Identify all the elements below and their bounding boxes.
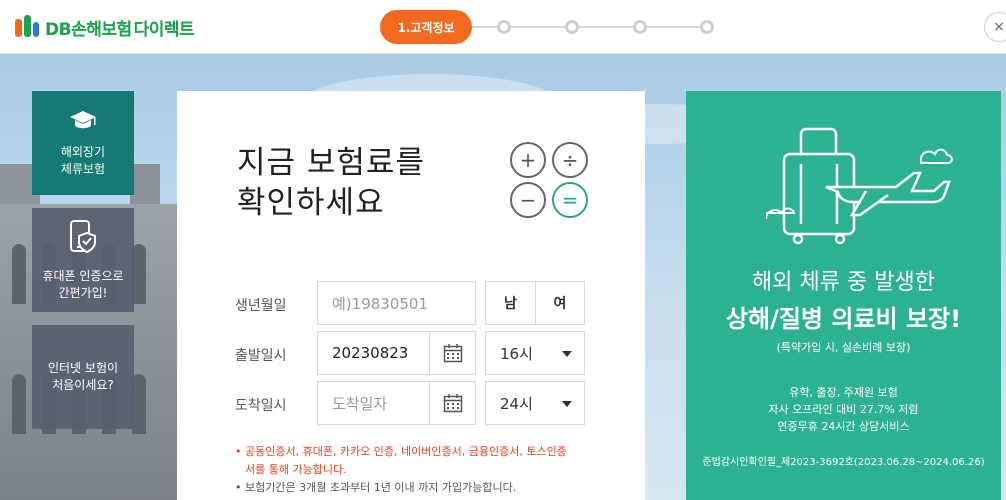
- notice-block: • 공동인증서, 휴대폰, 카카오 인증, 네이버인증서, 금융인증서, 토스인…: [235, 443, 595, 497]
- sidebar-item-longterm-stay[interactable]: 해외장기 체류보험: [32, 91, 134, 195]
- db-logo-mark-icon: [13, 13, 41, 41]
- top-header: DB손해보험 다이렉트 1.고객정보 ×: [0, 0, 1006, 54]
- step-dot-3: [565, 20, 579, 34]
- window-shape: [132, 374, 146, 434]
- step-dot-5: [700, 20, 714, 34]
- departure-hour-value: 16시: [500, 344, 533, 363]
- luggage-airplane-icon: [766, 127, 953, 245]
- step-active: 1.고객정보: [380, 10, 472, 44]
- promo-benefit-3: 연중무휴 24시간 상담서비스: [777, 420, 910, 433]
- departure-date-input[interactable]: 20230823: [317, 331, 476, 375]
- step-indicator: 1.고객정보: [380, 10, 720, 44]
- window-shape: [132, 244, 146, 304]
- form-title: 지금 보험료를 확인하세요: [237, 143, 425, 223]
- arrival-hour-value: 24시: [500, 394, 533, 413]
- premium-form-card: 지금 보험료를 확인하세요 + ÷ − = 생년월일 예)19830501 남 …: [177, 91, 645, 500]
- graduation-cap-icon: [69, 109, 97, 136]
- promo-benefit-2: 자사 오프라인 대비 27.7% 저렴: [768, 403, 919, 416]
- promo-benefits: 유학, 출장, 주재원 보험 자사 오프라인 대비 27.7% 저렴 연중무휴 …: [686, 384, 1001, 435]
- arrival-date-placeholder: 도착일자: [332, 394, 388, 413]
- db-logo[interactable]: DB손해보험 다이렉트: [13, 12, 195, 42]
- logo-sub-text: 다이렉트: [133, 19, 195, 40]
- close-icon: ×: [993, 19, 1005, 35]
- divide-icon: ÷: [552, 142, 588, 178]
- gender-female-button[interactable]: 여: [535, 281, 585, 325]
- notice-auth-line2: 서를 통해 가능합니다.: [245, 463, 347, 476]
- form-title-line2: 확인하세요: [237, 185, 385, 221]
- sidebar-label-line1: 해외장기: [60, 144, 106, 159]
- departure-label: 출발일시: [235, 348, 287, 364]
- form-title-line1: 지금 보험료를: [237, 145, 425, 181]
- sidebar-item-first-time[interactable]: 인터넷 보험이 처음이세요?: [32, 325, 134, 429]
- sidebar-label-line1: 인터넷 보험이: [47, 361, 119, 375]
- promo-benefit-1: 유학, 출장, 주재원 보험: [789, 386, 898, 399]
- departure-date-value: 20230823: [332, 344, 409, 362]
- sidebar-item-phone-auth[interactable]: 휴대폰 인증으로 간편가입!: [32, 208, 134, 312]
- promo-compliance-note: 준법감시인확인필_제2023-3692호(2023.06.28~2024.06.…: [702, 457, 985, 468]
- equals-icon: =: [552, 182, 588, 218]
- chevron-down-icon: [562, 351, 572, 357]
- calendar-icon[interactable]: [429, 382, 475, 424]
- sidebar-label-line1: 휴대폰 인증으로: [42, 268, 124, 283]
- departure-hour-select[interactable]: 16시: [485, 331, 585, 375]
- sidebar-label-line2: 간편가입!: [58, 285, 108, 300]
- window-shape: [12, 374, 26, 434]
- logo-text: DB손해보험: [45, 19, 132, 40]
- arrival-label: 도착일시: [235, 398, 287, 414]
- step-dot-2: [497, 20, 511, 34]
- sidebar-label-line2: 처음이세요?: [52, 378, 114, 392]
- promo-headline-1: 해외 체류 중 발생한: [752, 270, 935, 295]
- step-dot-4: [633, 20, 647, 34]
- promo-headline-2: 상해/질병 의료비 보장!: [725, 305, 962, 333]
- birthdate-input[interactable]: 예)19830501: [317, 281, 476, 325]
- birth-label: 생년월일: [235, 298, 287, 314]
- notice-period: • 보험기간은 3개월 초과부터 1년 이내 까지 가입가능합니다.: [235, 481, 517, 494]
- gender-male-button[interactable]: 남: [485, 281, 536, 325]
- calendar-icon[interactable]: [429, 332, 475, 374]
- sidebar-label-line2: 체류보험: [60, 161, 106, 176]
- calculator-icon: + ÷ − =: [510, 142, 590, 218]
- plus-icon: +: [510, 142, 546, 178]
- minus-icon: −: [510, 182, 546, 218]
- arrival-date-input[interactable]: 도착일자: [317, 381, 476, 425]
- notice-auth-line1: • 공동인증서, 휴대폰, 카카오 인증, 네이버인증서, 금융인증서, 토스인…: [235, 445, 567, 458]
- chevron-down-icon: [562, 401, 572, 407]
- phone-shield-icon: [67, 219, 99, 260]
- promo-subtext: (특약가입 시, 실손비례 보장): [776, 341, 911, 354]
- promo-banner[interactable]: 해외 체류 중 발생한 상해/질병 의료비 보장! (특약가입 시, 실손비례 …: [686, 91, 1001, 500]
- close-button[interactable]: ×: [984, 12, 1006, 42]
- arrival-hour-select[interactable]: 24시: [485, 381, 585, 425]
- window-shape: [12, 244, 26, 304]
